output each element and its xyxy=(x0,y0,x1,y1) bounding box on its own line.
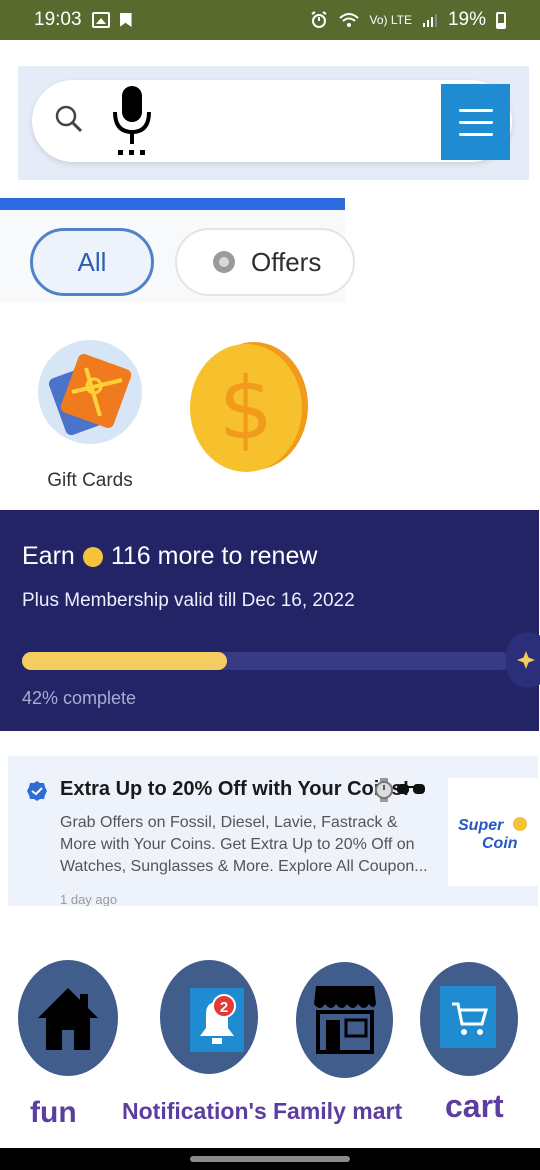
battery-icon xyxy=(496,11,506,29)
membership-card[interactable]: Earn 116 more to renew Plus Membership v… xyxy=(0,510,540,731)
supercoin-logo-icon: Super Coin xyxy=(458,817,527,852)
bookmark-icon xyxy=(119,13,132,27)
status-bar: 19:03 Vo) LTE 19% xyxy=(0,0,540,40)
tab-all[interactable]: All xyxy=(30,228,154,296)
storefront-icon xyxy=(314,986,376,1054)
system-navigation-bar xyxy=(0,1148,540,1170)
gift-card-icon xyxy=(48,353,132,436)
menu-button[interactable] xyxy=(441,84,510,160)
network-type-label: Vo) LTE xyxy=(369,13,412,27)
progress-label: 42% complete xyxy=(22,688,137,708)
membership-title-suffix: 116 more to renew xyxy=(110,542,318,570)
nav-cart-button[interactable] xyxy=(420,962,518,1076)
plus-star-icon xyxy=(517,651,535,669)
nav-home-button[interactable] xyxy=(18,960,118,1076)
battery-percent: 19% xyxy=(447,9,486,30)
supercoin-logo-line2: Coin xyxy=(482,835,518,852)
offer-notification-card[interactable]: Extra Up to 20% Off with Your Coins! Gra… xyxy=(8,756,538,906)
nav-home-label: fun xyxy=(30,1096,77,1129)
microphone-icon[interactable] xyxy=(110,84,154,158)
cart-icon xyxy=(440,986,496,1048)
gift-cards-shortcut[interactable] xyxy=(38,340,142,444)
menu-line xyxy=(458,108,493,112)
nav-notifications-label: Notification's xyxy=(122,1098,267,1124)
wifi-icon xyxy=(338,13,359,27)
membership-title: Earn 116 more to renew xyxy=(22,542,317,571)
nav-notifications-button[interactable]: 2 xyxy=(160,960,258,1074)
membership-progress-fill xyxy=(22,652,227,670)
alarm-icon xyxy=(310,11,327,28)
gallery-icon xyxy=(91,12,110,28)
search-icon[interactable] xyxy=(54,104,84,134)
tab-offers[interactable]: Offers xyxy=(175,228,355,296)
supercoin-icon xyxy=(82,546,103,567)
nav-cart-label: cart xyxy=(445,1088,504,1124)
supercoin-logo: Super Coin xyxy=(448,778,538,886)
search-bar[interactable] xyxy=(32,80,512,162)
status-left: 19:03 xyxy=(34,9,132,31)
menu-line xyxy=(458,132,493,136)
search-area xyxy=(18,66,529,180)
home-indicator[interactable] xyxy=(190,1156,350,1162)
category-tabs: All Offers xyxy=(0,198,355,302)
app-screen: 19:03 Vo) LTE 19% All Offers Gift Cards … xyxy=(0,0,540,1170)
offer-timestamp: 1 day ago xyxy=(60,892,118,906)
status-time: 19:03 xyxy=(34,9,82,30)
progress-end-marker xyxy=(506,632,540,688)
svg-text:$: $ xyxy=(219,359,274,459)
tabs-top-line xyxy=(0,198,345,210)
dollar-coin-icon[interactable]: $ xyxy=(188,340,310,474)
menu-line xyxy=(458,120,493,124)
notification-badge-count: 2 xyxy=(219,999,229,1016)
nav-family-mart-button[interactable] xyxy=(296,962,393,1078)
membership-subtitle: Plus Membership valid till Dec 16, 2022 xyxy=(22,590,355,611)
gift-cards-label: Gift Cards xyxy=(47,470,133,491)
tab-all-label: All xyxy=(77,246,107,277)
verified-badge-icon xyxy=(27,781,47,801)
membership-progress-bar xyxy=(22,652,510,670)
signal-icon xyxy=(422,14,437,27)
sunglasses-icon xyxy=(397,784,425,794)
membership-title-prefix: Earn xyxy=(22,542,75,570)
offer-description: Grab Offers on Fossil, Diesel, Lavie, Fa… xyxy=(60,814,428,875)
notification-badge: 2 xyxy=(212,994,236,1018)
watch-icon xyxy=(375,778,393,802)
offer-title: Extra Up to 20% Off with Your Coins! xyxy=(60,778,410,800)
home-icon xyxy=(38,988,98,1050)
status-right: Vo) LTE 19% xyxy=(310,9,506,31)
offers-badge-icon xyxy=(213,251,235,273)
supercoin-logo-line1: Super xyxy=(458,817,504,834)
nav-family-mart-label: Family mart xyxy=(273,1098,403,1124)
tab-offers-label: Offers xyxy=(251,246,322,277)
